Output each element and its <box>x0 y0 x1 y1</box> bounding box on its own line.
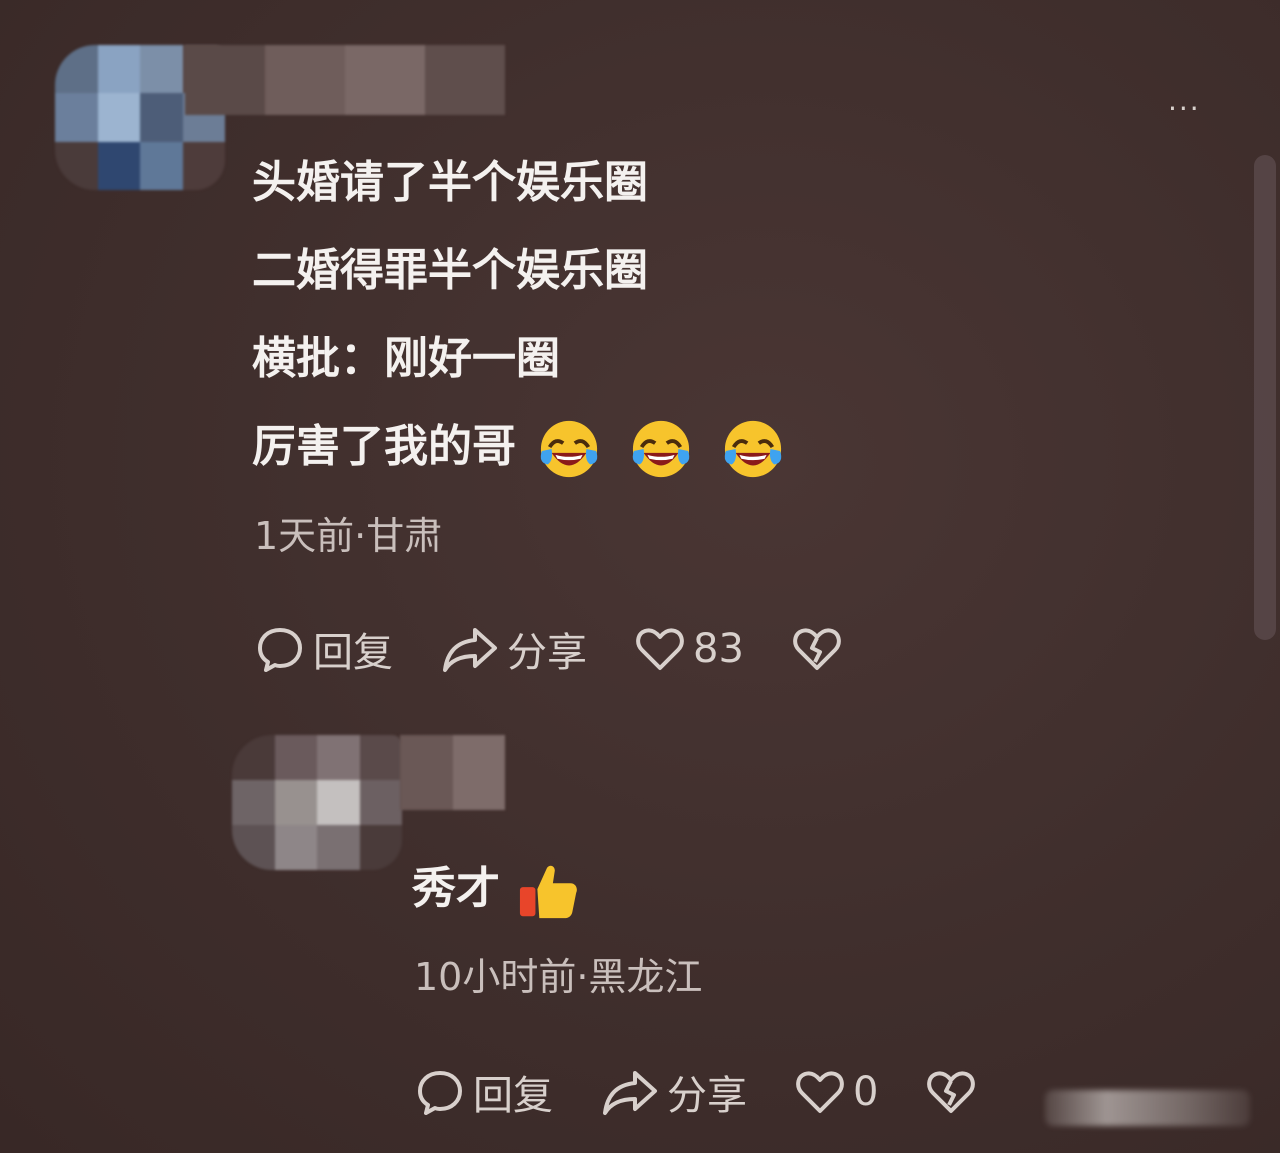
reply-bubble-icon <box>258 628 302 672</box>
watermark <box>1045 1090 1250 1126</box>
share-label: 分享 <box>667 1073 747 1119</box>
comment-text-line-1: 秀才 <box>412 860 580 922</box>
thumbs-up-emoji <box>519 865 577 919</box>
comment-meta: 10小时前·黑龙江 <box>414 955 703 999</box>
reply-button[interactable]: 回复 <box>255 620 393 678</box>
laugh-cry-emoji <box>540 420 598 478</box>
comment-text-line-2: 二婚得罪半个娱乐圈 <box>252 245 648 296</box>
laugh-cry-emoji <box>632 420 690 478</box>
dislike-button[interactable] <box>926 1069 976 1115</box>
dislike-button[interactable] <box>792 626 842 672</box>
share-arrow-icon <box>603 1071 657 1115</box>
laugh-cry-emoji <box>724 420 782 478</box>
share-button[interactable]: 分享 <box>601 1063 747 1121</box>
reply-button[interactable]: 回复 <box>415 1063 553 1121</box>
username[interactable] <box>400 735 505 810</box>
avatar[interactable] <box>232 735 402 870</box>
heart-icon <box>796 1071 844 1113</box>
share-arrow-icon <box>443 628 497 672</box>
broken-heart-icon <box>793 628 841 670</box>
like-count: 83 <box>693 626 744 672</box>
comment-actions: 回复 分享 83 <box>255 620 890 678</box>
more-options-icon[interactable]: ··· <box>1168 92 1201 125</box>
comment-text-line-1: 头婚请了半个娱乐圈 <box>252 157 648 208</box>
scrollbar[interactable] <box>1254 155 1276 640</box>
like-button[interactable]: 83 <box>635 626 744 672</box>
reply-label: 回复 <box>473 1073 553 1119</box>
comment-text-line-4: 厉害了我的哥 <box>252 418 784 480</box>
comment-meta: 1天前·甘肃 <box>254 514 443 558</box>
reply-label: 回复 <box>313 630 393 676</box>
share-button[interactable]: 分享 <box>441 620 587 678</box>
reply-bubble-icon <box>418 1071 462 1115</box>
like-button[interactable]: 0 <box>795 1069 878 1115</box>
heart-icon <box>636 628 684 670</box>
comment-text: 秀才 <box>412 863 500 914</box>
comment-text: 厉害了我的哥 <box>252 421 516 472</box>
comment-actions: 回复 分享 0 <box>415 1063 1024 1121</box>
username[interactable] <box>185 45 505 115</box>
like-count: 0 <box>853 1069 879 1115</box>
broken-heart-icon <box>927 1071 976 1113</box>
comment-text-line-3: 横批：刚好一圈 <box>252 333 560 384</box>
share-label: 分享 <box>507 630 587 676</box>
